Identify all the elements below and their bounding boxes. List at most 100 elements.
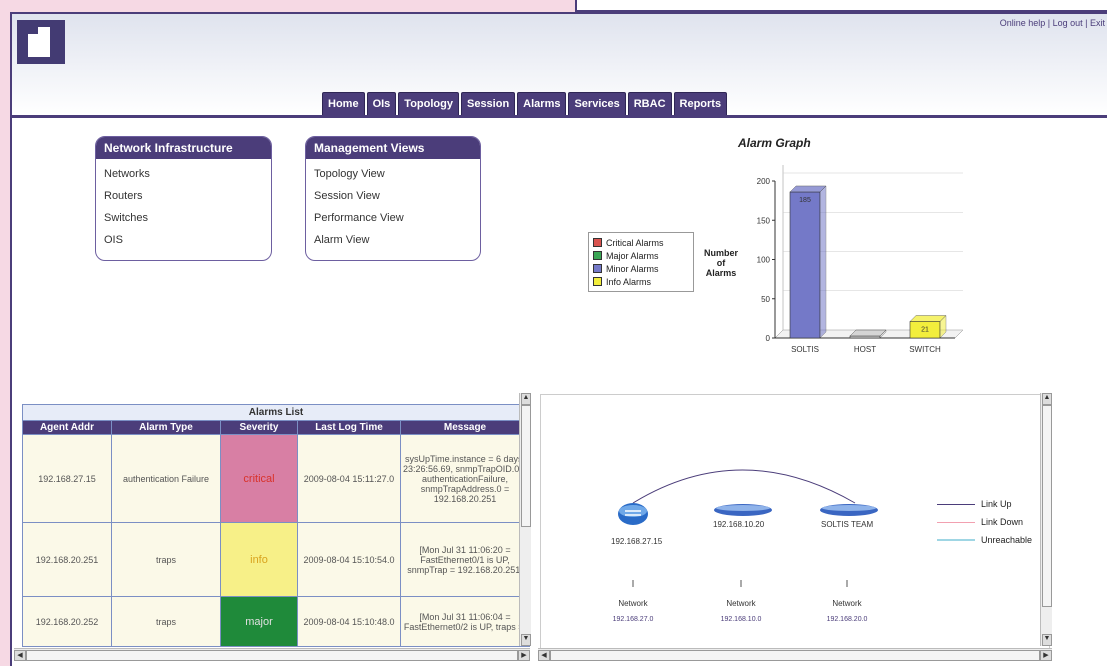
network-node[interactable]: Network 192.168.10.0 <box>706 599 776 623</box>
scroll-up-icon[interactable]: ▲ <box>521 393 531 405</box>
link-switches[interactable]: Switches <box>104 207 263 229</box>
topology-view: 192.168.27.15 192.168.10.20 SOLTIS TEAM … <box>540 394 1050 658</box>
scroll-right-icon[interactable]: ▶ <box>1040 650 1052 661</box>
tab-alarms[interactable]: Alarms <box>517 92 567 116</box>
y-tick-label: 50 <box>761 295 770 304</box>
scroll-left-icon[interactable]: ◀ <box>14 650 26 661</box>
alarm-bar-chart: 200 150 100 50 0 185 SOLTIS HOST 21 SWITCH <box>757 165 964 354</box>
tab-services[interactable]: Services <box>568 92 626 116</box>
chart-title: Alarm Graph <box>738 136 811 150</box>
scroll-left-icon[interactable]: ◀ <box>538 650 550 661</box>
table-row[interactable]: 192.168.20.251 traps info 2009-08-04 15:… <box>22 522 530 597</box>
link-routers[interactable]: Routers <box>104 185 263 207</box>
y-tick-label: 100 <box>757 256 771 265</box>
col-alarm-type[interactable]: Alarm Type <box>111 420 221 435</box>
bar-value-label: 21 <box>921 327 929 334</box>
cell-message: [Mon Jul 31 11:06:20 = FastEthernet0/1 i… <box>400 522 530 597</box>
x-tick-label: SWITCH <box>909 345 941 354</box>
link-performance-view[interactable]: Performance View <box>314 207 472 229</box>
network-node[interactable]: Network 192.168.20.0 <box>812 599 882 623</box>
legend-item-minor: Minor Alarms <box>593 262 689 275</box>
col-agent-addr[interactable]: Agent Addr <box>22 420 112 435</box>
bar-value-label: 185 <box>799 197 811 204</box>
network-infrastructure-panel: Network Infrastructure Networks Routers … <box>95 136 272 261</box>
cell-agent: 192.168.20.252 <box>22 596 112 647</box>
cell-message: sysUpTime.instance = 6 days, 23:26:56.69… <box>400 434 530 523</box>
table-row[interactable]: 192.168.27.15 authentication Failure cri… <box>22 434 530 523</box>
panel-title: Network Infrastructure <box>96 137 271 159</box>
tab-reports[interactable]: Reports <box>673 92 728 116</box>
link-up-arc <box>632 469 856 504</box>
cell-type: traps <box>111 596 221 647</box>
cell-time: 2009-08-04 15:10:54.0 <box>297 522 401 597</box>
topology-scrollbar-horizontal[interactable]: ◀ ▶ <box>538 648 1052 661</box>
link-session-view[interactable]: Session View <box>314 185 472 207</box>
legend-item-info: Info Alarms <box>593 275 689 288</box>
legend-item-link-up: Link Up <box>937 495 1047 513</box>
scroll-down-icon[interactable]: ▼ <box>1042 634 1052 646</box>
panel-title: Management Views <box>306 137 480 159</box>
y-tick-label: 0 <box>766 334 771 343</box>
link-alarm-view[interactable]: Alarm View <box>314 229 472 251</box>
legend-swatch <box>593 264 602 273</box>
legend-item-critical: Critical Alarms <box>593 236 689 249</box>
chart-legend: Critical Alarms Major Alarms Minor Alarm… <box>588 232 694 292</box>
y-tick-label: 150 <box>757 216 771 225</box>
legend-item-unreachable: Unreachable <box>937 531 1047 549</box>
background-window <box>575 0 1107 12</box>
bar[interactable] <box>849 335 881 339</box>
scroll-thumb[interactable] <box>521 405 531 527</box>
table-row[interactable]: 192.168.20.252 traps major 2009-08-04 15… <box>22 596 530 647</box>
scroll-right-icon[interactable]: ▶ <box>518 650 530 661</box>
link-topology-view[interactable]: Topology View <box>314 163 472 185</box>
scroll-thumb[interactable] <box>26 650 518 661</box>
legend-item-link-down: Link Down <box>937 513 1047 531</box>
topology-scrollbar-vertical[interactable]: ▲ ▼ <box>1040 393 1052 646</box>
switch-icon[interactable] <box>713 503 773 517</box>
cell-agent: 192.168.27.15 <box>22 434 112 523</box>
alarms-scrollbar-vertical[interactable]: ▲ ▼ <box>519 393 531 646</box>
tab-rbac[interactable]: RBAC <box>627 92 672 116</box>
topology-legend: Link Up Link Down Unreachable <box>937 495 1047 549</box>
router-icon[interactable] <box>617 501 649 527</box>
scroll-thumb[interactable] <box>550 650 1040 661</box>
cell-severity: critical <box>220 434 298 523</box>
alarms-scrollbar-horizontal[interactable]: ◀ ▶ <box>14 648 530 661</box>
cell-message: [Mon Jul 31 11:06:04 = FastEthernet0/2 i… <box>400 596 530 647</box>
col-severity[interactable]: Severity <box>220 420 298 435</box>
scroll-up-icon[interactable]: ▲ <box>1042 393 1052 405</box>
bar-side <box>819 185 827 339</box>
node-label: SOLTIS TEAM <box>821 520 874 529</box>
legend-swatch <box>593 277 602 286</box>
cell-severity: info <box>220 522 298 597</box>
alarms-table: Alarms List Agent Addr Alarm Type Severi… <box>22 404 530 647</box>
link-networks[interactable]: Networks <box>104 163 263 185</box>
legend-swatch <box>593 238 602 247</box>
header-divider <box>12 115 1107 118</box>
tab-ois[interactable]: OIs <box>366 92 397 116</box>
bar[interactable] <box>789 191 821 339</box>
tab-session[interactable]: Session <box>460 92 516 116</box>
node-label: 192.168.27.15 <box>611 537 663 546</box>
tab-topology[interactable]: Topology <box>398 92 459 116</box>
company-logo <box>17 20 65 64</box>
scroll-thumb[interactable] <box>1042 405 1052 607</box>
tab-home[interactable]: Home <box>322 92 365 116</box>
node-label: 192.168.10.20 <box>713 520 765 529</box>
table-caption: Alarms List <box>22 404 530 421</box>
col-message[interactable]: Message <box>400 420 530 435</box>
col-last-log-time[interactable]: Last Log Time <box>297 420 401 435</box>
legend-swatch <box>593 251 602 260</box>
scroll-down-icon[interactable]: ▼ <box>521 634 531 646</box>
main-nav: Home OIs Topology Session Alarms Service… <box>322 92 728 116</box>
switch-icon[interactable] <box>819 503 879 517</box>
x-tick-label: SOLTIS <box>791 345 819 354</box>
network-node[interactable]: Network 192.168.27.0 <box>598 599 668 623</box>
header-links[interactable]: Online help | Log out | Exit <box>1000 18 1105 28</box>
management-views-panel: Management Views Topology View Session V… <box>305 136 481 261</box>
cell-time: 2009-08-04 15:11:27.0 <box>297 434 401 523</box>
header-banner: Online help | Log out | Exit Home OIs To… <box>12 14 1107 116</box>
x-tick-label: HOST <box>854 345 876 354</box>
legend-item-major: Major Alarms <box>593 249 689 262</box>
link-ois[interactable]: OIS <box>104 229 263 251</box>
